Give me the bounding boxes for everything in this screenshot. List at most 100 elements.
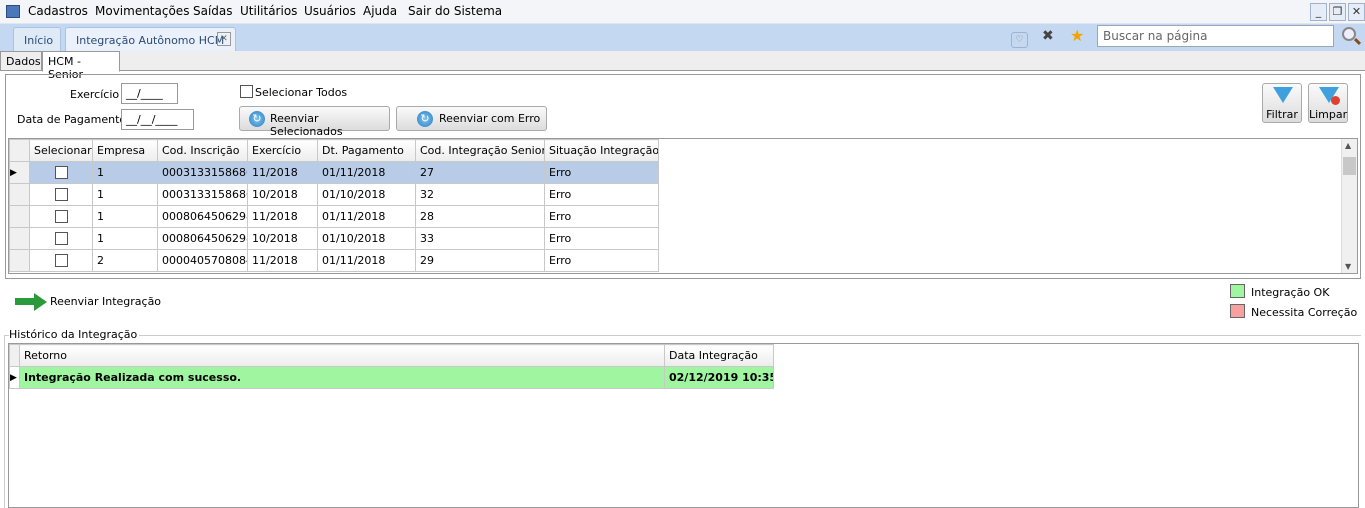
row-indicator[interactable] xyxy=(9,205,30,228)
select-cell xyxy=(29,227,93,250)
current-row-indicator-icon[interactable]: ▶ xyxy=(9,161,30,184)
data-pagamento-input[interactable]: __/__/____ xyxy=(121,109,194,130)
column-header-0[interactable]: Selecionar xyxy=(29,139,93,162)
row-indicator[interactable] xyxy=(9,227,30,250)
cell: 01/11/2018 xyxy=(317,161,416,184)
menu-usuarios[interactable]: Usuários xyxy=(304,4,356,18)
select-cell xyxy=(29,183,93,206)
close-button[interactable]: ✕ xyxy=(1348,3,1365,21)
filtrar-label: Filtrar xyxy=(1266,108,1298,121)
menu-movimentacoes[interactable]: Movimentações xyxy=(95,4,189,18)
cell: 00080645062987 xyxy=(157,205,248,228)
history-grid: Retorno Data Integração ▶ Integração Rea… xyxy=(8,343,1359,508)
tab-dados[interactable]: Dados xyxy=(0,51,42,71)
unpin-icon[interactable]: ✖ xyxy=(1042,28,1054,44)
cell: 1 xyxy=(92,227,158,250)
cell: Erro xyxy=(544,205,659,228)
table-row[interactable]: ▶ 10003133158686011/201801/11/201827Erro xyxy=(9,161,659,184)
column-header-5[interactable]: Cod. Integração Senior xyxy=(415,139,545,162)
sub-tab-bar: Dados HCM - Senior xyxy=(0,51,1365,81)
cell: Erro xyxy=(544,161,659,184)
reenviar-selecionados-label: Reenviar Selecionados xyxy=(270,112,343,138)
cell: 32 xyxy=(415,183,545,206)
select-cell xyxy=(29,161,93,184)
menu-cadastros[interactable]: Cadastros xyxy=(28,4,88,18)
cell: 01/11/2018 xyxy=(317,205,416,228)
limpar-button[interactable]: Limpar xyxy=(1308,83,1348,123)
row-indicator[interactable] xyxy=(9,183,30,206)
arrow-right-icon-head xyxy=(34,293,47,311)
cell: 27 xyxy=(415,161,545,184)
cell: 10/2018 xyxy=(247,183,318,206)
cell: 01/10/2018 xyxy=(317,183,416,206)
row-indicator-header xyxy=(9,139,30,162)
column-header-data-integracao[interactable]: Data Integração xyxy=(664,344,774,367)
menu-utilitarios[interactable]: Utilitários xyxy=(240,4,297,18)
limpar-label: Limpar xyxy=(1309,108,1348,121)
close-tab-icon[interactable]: ✕ xyxy=(217,32,231,46)
history-row[interactable]: ▶ Integração Realizada com sucesso. 02/1… xyxy=(9,366,774,389)
column-header-6[interactable]: Situação Integração xyxy=(544,139,659,162)
column-header-retorno[interactable]: Retorno xyxy=(19,344,665,367)
reenviar-erro-label: Reenviar com Erro xyxy=(439,112,541,125)
grid-scrollbar[interactable]: ▲ ▼ xyxy=(1341,139,1357,273)
reenviar-selecionados-button[interactable]: ↻ Reenviar Selecionados xyxy=(239,106,390,138)
table-row[interactable]: 10008064506298711/201801/11/201828Erro xyxy=(9,205,659,228)
row-checkbox[interactable] xyxy=(54,210,68,224)
app-icon xyxy=(6,5,20,18)
row-indicator-header xyxy=(9,344,20,367)
cell: 1 xyxy=(92,205,158,228)
history-retorno: Integração Realizada com sucesso. xyxy=(19,366,665,389)
row-checkbox[interactable] xyxy=(54,166,68,180)
search-input[interactable]: Buscar na página xyxy=(1097,25,1334,47)
arrow-right-icon xyxy=(15,298,35,305)
cell: 00080645062987 xyxy=(157,227,248,250)
exercicio-label: Exercício xyxy=(70,88,120,101)
select-all-label: Selecionar Todos xyxy=(255,86,348,99)
column-header-3[interactable]: Exercício xyxy=(247,139,318,162)
table-row[interactable]: 20000405708084811/201801/11/201829Erro xyxy=(9,249,659,272)
row-indicator[interactable] xyxy=(9,249,30,272)
integration-grid: Selecionar Empresa Cod. Inscrição Exercício… xyxy=(8,138,1358,274)
star-icon[interactable]: ★ xyxy=(1070,26,1084,45)
table-row[interactable]: 10003133158686010/201801/10/201832Erro xyxy=(9,183,659,206)
cell: 11/2018 xyxy=(247,249,318,272)
refresh-icon: ↻ xyxy=(249,111,265,127)
legend-ok-label: Integração OK xyxy=(1251,286,1330,299)
tab-inicio[interactable]: Início xyxy=(13,27,61,51)
column-header-2[interactable]: Cod. Inscrição xyxy=(157,139,248,162)
tab-integracao[interactable]: Integração Autônomo HCM ✕ xyxy=(65,27,236,51)
row-checkbox[interactable] xyxy=(54,254,68,268)
table-row[interactable]: 10008064506298710/201801/10/201833Erro xyxy=(9,227,659,250)
column-header-4[interactable]: Dt. Pagamento xyxy=(317,139,416,162)
minimize-button[interactable]: _ xyxy=(1310,3,1327,21)
favorites-dropdown-icon[interactable]: ♡ xyxy=(1011,32,1028,48)
cell: 2 xyxy=(92,249,158,272)
column-header-1[interactable]: Empresa xyxy=(92,139,158,162)
cell: 01/11/2018 xyxy=(317,249,416,272)
cell: 01/10/2018 xyxy=(317,227,416,250)
remove-icon xyxy=(1331,96,1340,105)
history-title: Histórico da Integração xyxy=(9,328,140,341)
filtrar-button[interactable]: Filtrar xyxy=(1262,83,1302,123)
row-checkbox[interactable] xyxy=(54,232,68,246)
exercicio-input[interactable]: __/____ xyxy=(121,83,178,104)
select-all-checkbox[interactable] xyxy=(240,85,253,98)
legend-ok-swatch xyxy=(1230,284,1245,298)
cell: Erro xyxy=(544,227,659,250)
menu-sair[interactable]: Sair do Sistema xyxy=(408,4,502,18)
reenviar-erro-button[interactable]: ↻ Reenviar com Erro xyxy=(396,106,547,131)
menu-saidas[interactable]: Saídas xyxy=(193,4,233,18)
cell: 28 xyxy=(415,205,545,228)
menu-ajuda[interactable]: Ajuda xyxy=(363,4,397,18)
cell: 29 xyxy=(415,249,545,272)
current-row-indicator-icon: ▶ xyxy=(9,366,20,389)
row-checkbox[interactable] xyxy=(54,188,68,202)
cell: Erro xyxy=(544,249,659,272)
tab-hcm-senior[interactable]: HCM - Senior xyxy=(42,51,120,81)
cell: 11/2018 xyxy=(247,205,318,228)
restore-button[interactable]: ❐ xyxy=(1329,3,1346,21)
menu-bar: Cadastros Movimentações Saídas Utilitári… xyxy=(0,0,1365,24)
cell: Erro xyxy=(544,183,659,206)
legend-fix-swatch xyxy=(1230,304,1245,318)
